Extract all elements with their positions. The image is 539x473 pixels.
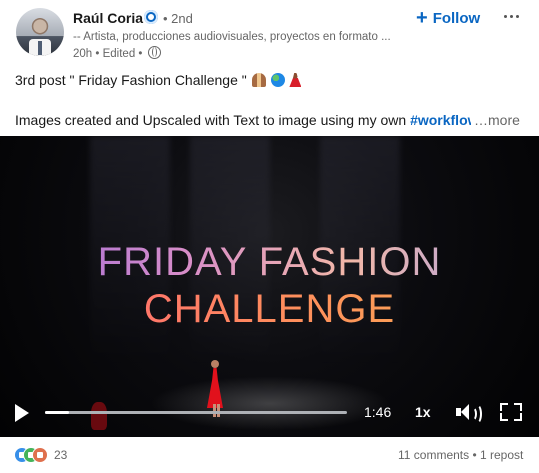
arch-emoji-icon	[251, 73, 266, 87]
globe-icon	[147, 46, 161, 59]
video-controls: 1:46 1x	[0, 395, 539, 429]
post-text-prefix: Images created and Upscaled with Text to…	[15, 112, 411, 128]
dot	[515, 14, 519, 18]
social-counts: 23 11 comments • 1 repost	[0, 437, 539, 473]
hashtag-link[interactable]: #workflow	[410, 112, 478, 128]
corner	[500, 403, 508, 411]
playback-speed-button[interactable]: 1x	[415, 404, 431, 420]
see-more-link[interactable]: …more	[471, 112, 520, 128]
love-reaction-icon	[32, 447, 48, 463]
sound-wave	[472, 404, 482, 424]
corner	[514, 403, 522, 411]
play-icon[interactable]	[15, 404, 29, 422]
dancer-emoji-icon	[289, 73, 302, 87]
post-text-line2: Images created and Upscaled with Text to…	[15, 112, 479, 128]
dot	[503, 14, 507, 18]
follow-label: Follow	[432, 9, 481, 27]
corner	[500, 413, 508, 421]
post-meta: 20h • Edited •	[73, 46, 161, 60]
post-text-line: 3rd post " Friday Fashion Challenge "	[15, 72, 302, 88]
video-title-line1: FRIDAY FASHION	[0, 240, 539, 285]
verification-badge-icon	[144, 10, 158, 24]
comments-reposts-count[interactable]: 11 comments • 1 repost	[398, 448, 523, 462]
reaction-count[interactable]: 23	[54, 448, 67, 462]
post-text-line1: 3rd post " Friday Fashion Challenge "	[15, 72, 247, 88]
more-options-icon[interactable]	[499, 4, 523, 28]
video-time-remaining: 1:46	[364, 404, 392, 420]
model-head	[211, 360, 219, 368]
author-headline: -- Artista, producciones audiovisuales, …	[73, 31, 391, 43]
progress-fill	[45, 411, 70, 414]
progress-bar[interactable]	[45, 411, 347, 414]
video-title-line2: CHALLENGE	[0, 287, 539, 332]
follow-button[interactable]: + Follow	[416, 6, 480, 30]
post-header: Raúl Coria • 2nd -- Artista, produccione…	[0, 0, 539, 66]
reaction-icons[interactable]	[14, 447, 54, 463]
author-avatar[interactable]	[16, 8, 64, 56]
post-time-edited: 20h • Edited •	[73, 48, 143, 60]
dot	[509, 14, 513, 18]
volume-icon[interactable]	[456, 403, 482, 424]
video-player[interactable]: FRIDAY FASHION CHALLENGE 1:46 1x	[0, 136, 539, 437]
fullscreen-icon[interactable]	[500, 403, 522, 421]
author-name[interactable]: Raúl Coria	[73, 10, 143, 26]
speaker-cone	[461, 404, 469, 420]
earth-globe-emoji-icon	[270, 73, 285, 87]
corner	[514, 413, 522, 421]
plus-icon: +	[416, 7, 428, 29]
avatar-tie	[38, 41, 42, 55]
connection-degree: • 2nd	[163, 11, 193, 26]
